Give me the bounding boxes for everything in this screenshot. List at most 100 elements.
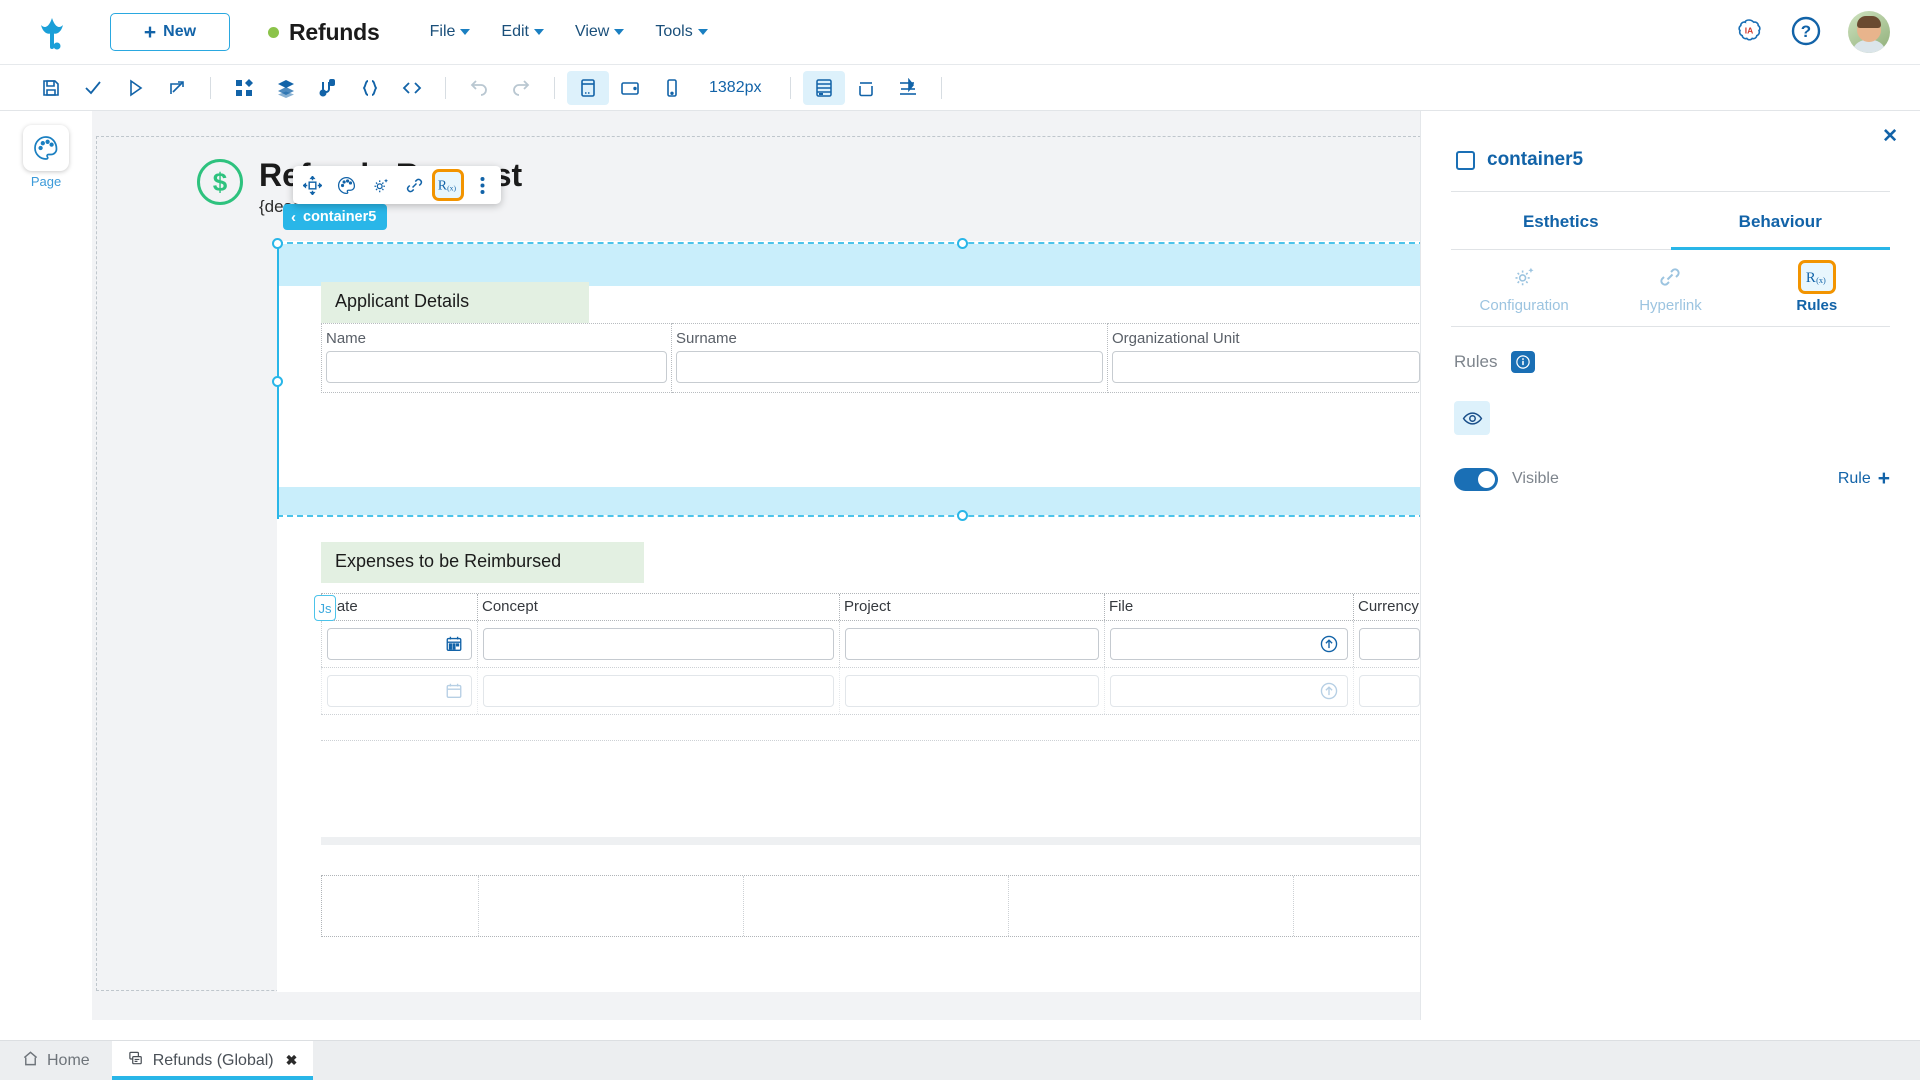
cell-currency-input[interactable] [1359, 675, 1420, 707]
layers-stack-icon[interactable] [265, 71, 307, 105]
cell-currency [1354, 668, 1420, 714]
field-name-input[interactable] [326, 351, 667, 383]
move-arrows-icon[interactable] [296, 169, 328, 201]
element-select-checkbox[interactable] [1456, 150, 1475, 170]
status-dot [268, 26, 279, 38]
close-icon[interactable]: ✖ [286, 1052, 298, 1069]
add-rule-label: Rule [1837, 470, 1871, 487]
viewport-width-value[interactable]: 1382px [693, 79, 778, 97]
code-icon[interactable] [391, 71, 433, 105]
container-icon[interactable] [845, 71, 887, 105]
upload-circle-icon[interactable] [1319, 681, 1339, 706]
menu-view[interactable]: View [575, 23, 625, 41]
bottom-tab-refunds[interactable]: Refunds (Global) ✖ [111, 1041, 314, 1080]
help-question-icon[interactable]: ? [1790, 15, 1824, 49]
cell-file-input[interactable] [1110, 675, 1348, 707]
align-icon[interactable] [887, 71, 929, 105]
footer-grid [321, 875, 1420, 937]
cell-concept-input[interactable] [483, 675, 834, 707]
cell-currency-input[interactable] [1359, 628, 1420, 660]
toolbar-divider [789, 76, 791, 99]
cell-project-input[interactable] [845, 628, 1099, 660]
footer-cell [1009, 876, 1294, 936]
svg-text:R: R [1806, 270, 1816, 286]
publish-export-icon[interactable] [156, 71, 198, 105]
subtab-hyperlink[interactable]: Hyperlink [1597, 250, 1743, 326]
cell-project-input[interactable] [845, 675, 1099, 707]
eye-visibility-icon[interactable] [1454, 401, 1490, 435]
field-surname-input[interactable] [676, 351, 1103, 383]
plus-icon: + [143, 20, 157, 44]
properties-panel: ✕ container5 Esthetics Behaviour Configu… [1420, 111, 1920, 1020]
close-icon[interactable]: ✕ [1882, 125, 1898, 148]
cell-date-input[interactable] [327, 675, 472, 707]
design-canvas: $ Refunds Request {description} [92, 111, 1420, 1020]
rules-rx-icon[interactable]: R (x) [432, 169, 464, 201]
upload-circle-icon[interactable] [1319, 634, 1339, 659]
more-vertical-icon[interactable] [466, 169, 498, 201]
expenses-table-header: Date Concept Project File Currency [321, 593, 1420, 621]
gear-configuration-icon[interactable] [364, 169, 396, 201]
panel-title-row: container5 [1421, 111, 1920, 171]
selected-container[interactable]: ‹ container5 R (x) Applicant Details Nam… [272, 166, 1420, 521]
tab-esthetics[interactable]: Esthetics [1451, 192, 1671, 250]
subtab-configuration[interactable]: Configuration [1451, 250, 1597, 326]
cell-file [1105, 668, 1354, 714]
selection-breadcrumb-tag[interactable]: ‹ container5 [283, 204, 388, 230]
bottom-tab-refunds-label: Refunds (Global) [152, 1051, 274, 1069]
cell-date-input[interactable] [327, 628, 472, 660]
page-frame: $ Refunds Request {description} [96, 136, 1420, 992]
subtab-rules-label: Rules [1796, 297, 1838, 314]
menu-edit[interactable]: Edit [501, 23, 544, 41]
connections-icon[interactable] [307, 71, 349, 105]
bottom-tab-home[interactable]: Home [0, 1041, 112, 1080]
cell-project [840, 621, 1105, 667]
app-logo-icon[interactable] [32, 11, 72, 53]
rail-item-page-label: Page [30, 174, 62, 189]
cell-concept-input[interactable] [483, 628, 834, 660]
tablet-view-icon[interactable] [609, 71, 651, 105]
resize-handle-bottom-center[interactable] [957, 510, 968, 521]
new-button[interactable]: + New [110, 13, 230, 51]
visible-toggle[interactable] [1454, 467, 1498, 491]
svg-text:?: ? [1801, 22, 1811, 41]
form-layout-icon[interactable] [802, 70, 845, 105]
widgets-grid-icon[interactable] [223, 71, 265, 105]
selection-tag-label: container5 [303, 209, 377, 225]
user-avatar[interactable] [1848, 11, 1890, 53]
resize-handle-middle-left[interactable] [272, 376, 283, 387]
resize-handle-top-center[interactable] [957, 238, 968, 249]
separator-band [321, 837, 1420, 845]
toolbar-group-history [458, 71, 542, 105]
cell-file-input[interactable] [1110, 628, 1348, 660]
tab-behaviour[interactable]: Behaviour [1670, 192, 1890, 250]
active-tab-underline [111, 1076, 314, 1080]
js-script-badge[interactable]: Js [314, 595, 336, 621]
subtab-rules[interactable]: R (x) Rules [1744, 250, 1890, 326]
save-icon[interactable] [30, 71, 72, 105]
rail-item-page[interactable]: Page [18, 125, 74, 189]
column-header-date: Date [321, 594, 478, 620]
redo-icon[interactable] [500, 71, 542, 105]
calendar-icon[interactable] [445, 635, 463, 658]
menu-file[interactable]: File [430, 23, 471, 41]
hyperlink-icon[interactable] [398, 169, 430, 201]
desktop-view-icon[interactable] [567, 70, 609, 105]
ia-assistant-icon[interactable]: IA [1732, 15, 1766, 49]
field-organizational-unit-input[interactable] [1112, 351, 1420, 383]
validate-check-icon[interactable] [72, 71, 114, 105]
run-play-icon[interactable] [114, 71, 156, 105]
add-rule-button[interactable]: Rule + [1838, 467, 1890, 491]
undo-icon[interactable] [458, 71, 500, 105]
info-icon[interactable] [1511, 351, 1536, 373]
gear-configuration-icon [1451, 260, 1597, 294]
braces-json-icon[interactable] [349, 71, 391, 105]
menu-tools[interactable]: Tools [655, 23, 708, 41]
palette-style-icon[interactable] [330, 169, 362, 201]
resize-handle-top-left[interactable] [272, 238, 283, 249]
form-document: $ Refunds Request {description} [197, 137, 1420, 992]
applicant-fields-row: Name Surname Organizational Unit [321, 323, 1420, 393]
chevron-left-icon: ‹ [291, 208, 296, 226]
calendar-icon[interactable] [445, 682, 463, 705]
mobile-view-icon[interactable] [651, 71, 693, 105]
